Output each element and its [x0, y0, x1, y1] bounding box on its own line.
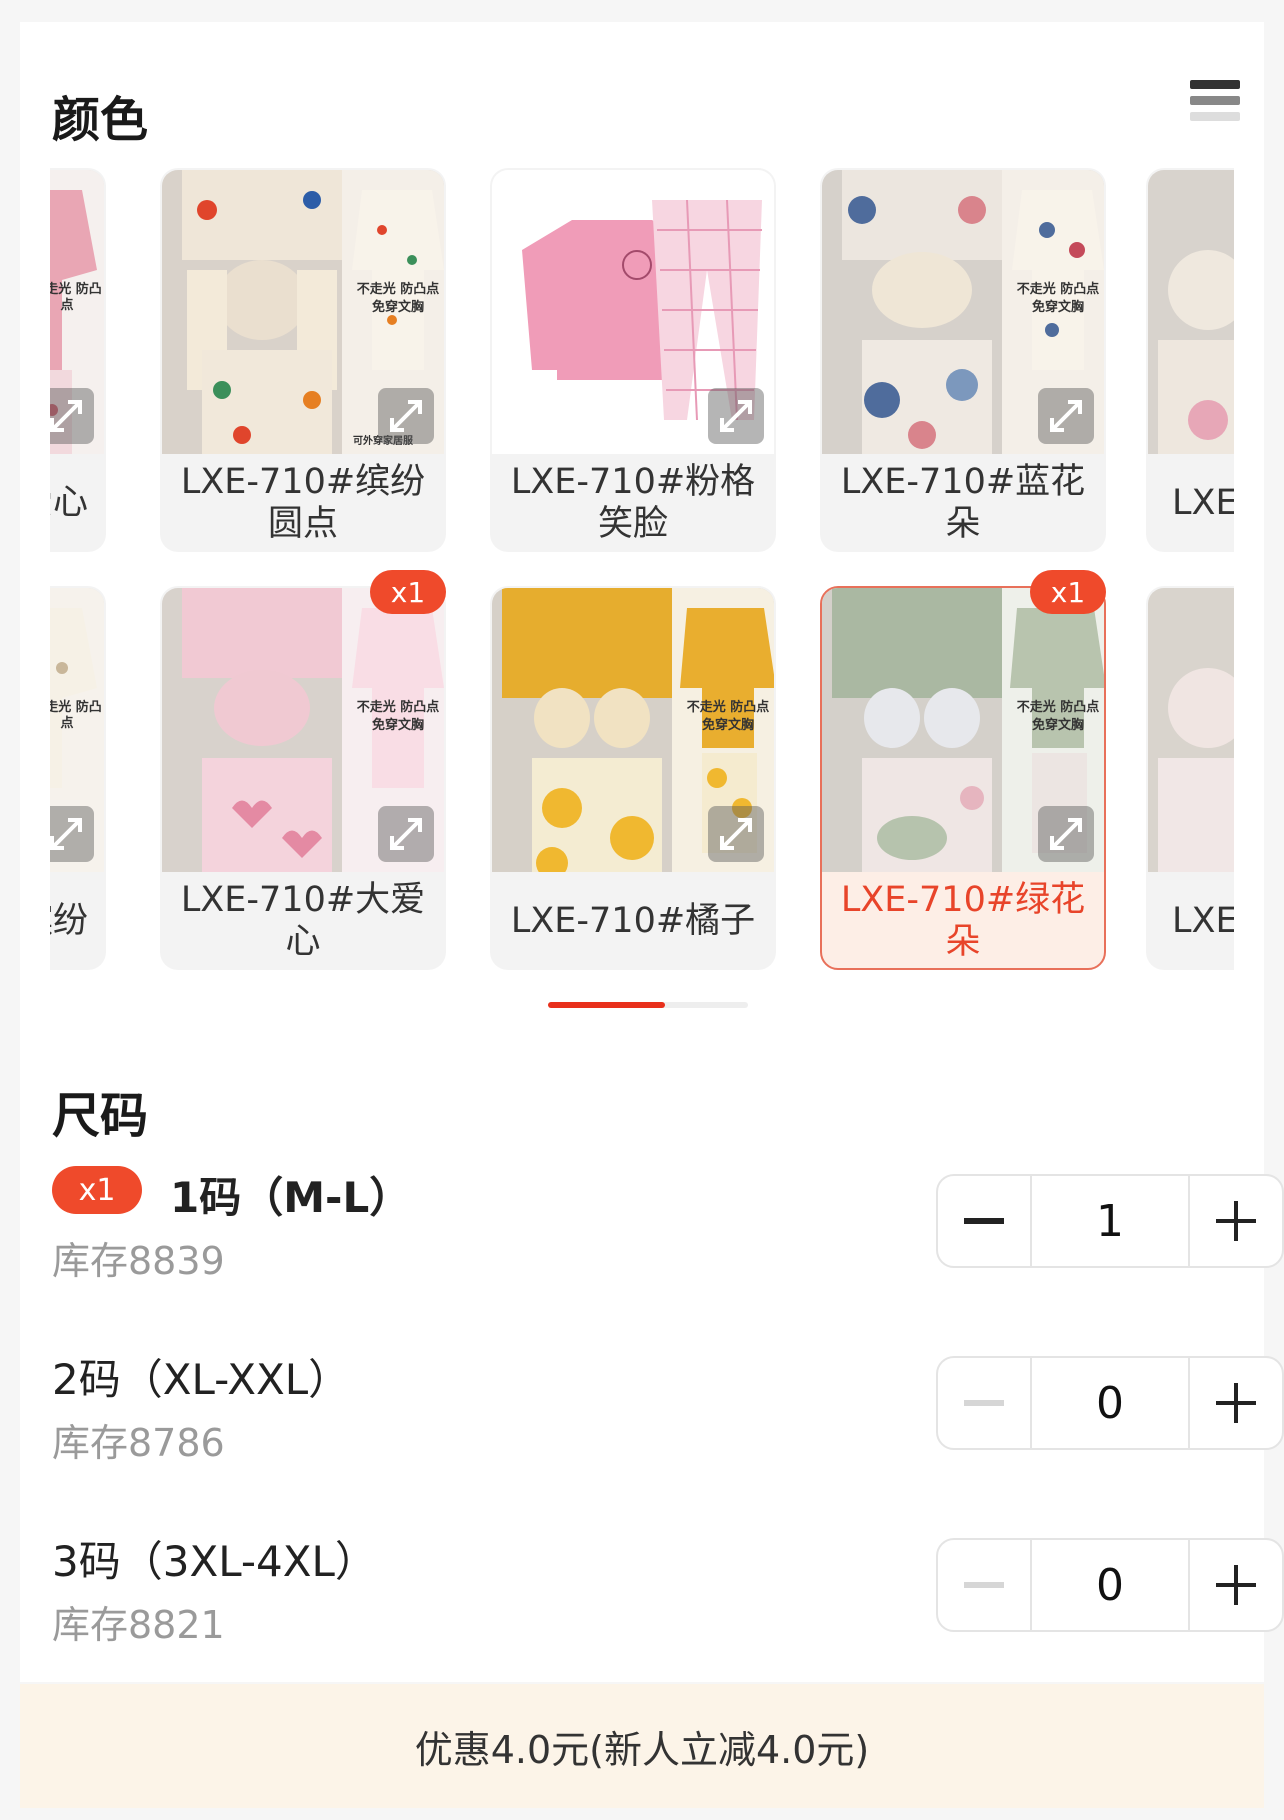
increase-button[interactable] [1190, 1540, 1282, 1630]
expand-icon[interactable] [378, 806, 434, 862]
selected-count-badge: x1 [370, 570, 446, 614]
color-label: LXE-710#绿花朵 [840, 880, 1086, 962]
color-card-bingfen-dots[interactable]: 不走光 防凸点 免穿文胸 可外穿家居服 LXE-710#缤纷圆点 [160, 168, 446, 552]
expand-icon[interactable] [50, 388, 94, 444]
product-image [492, 170, 774, 454]
expand-icon[interactable] [378, 388, 434, 444]
image-tag: 免穿文胸 [1031, 718, 1084, 733]
color-label: LXE-710#缤纷圆点 [180, 462, 426, 544]
color-label: 爱心 [50, 483, 88, 523]
quantity-value[interactable]: 1 [1030, 1176, 1190, 1266]
size-stock: 库存8839 [52, 1239, 225, 1283]
color-card-partial-right[interactable]: LXE [1146, 168, 1234, 552]
product-image: 不走光 防凸点 免穿文胸 [822, 588, 1104, 872]
color-label: LXE-710#蓝花朵 [840, 462, 1086, 544]
image-tag: 不走光 防凸点 [50, 282, 102, 313]
product-image: 不走光 防凸点 免穿文胸 [822, 170, 1104, 454]
increase-button[interactable] [1190, 1358, 1282, 1448]
product-image [1148, 170, 1234, 454]
size-name: 2码（XL-XXL） [52, 1355, 351, 1404]
image-tag: 免穿文胸 [701, 718, 754, 733]
size-name: 3码（3XL-4XL） [52, 1537, 377, 1586]
quantity-stepper: 0 [936, 1356, 1284, 1450]
expand-icon[interactable] [1038, 806, 1094, 862]
color-section-title: 颜色 [52, 92, 149, 148]
list-view-icon[interactable] [1190, 80, 1240, 130]
promo-banner: 优惠4.0元(新人立减4.0元) [20, 1684, 1264, 1808]
expand-icon[interactable] [708, 388, 764, 444]
image-tag: 免穿文胸 [371, 718, 424, 733]
expand-icon[interactable] [1038, 388, 1094, 444]
size-row-1: x1 1码（M-L） 库存8839 1 [52, 1160, 1284, 1300]
color-label: LXE-710#橘子 [510, 901, 756, 941]
color-card-blue-flower[interactable]: 不走光 防凸点 免穿文胸 LXE-710#蓝花朵 [820, 168, 1106, 552]
color-label: LXE-710#粉格笑脸 [510, 462, 756, 544]
size-row-2: 2码（XL-XXL） 库存8786 0 [52, 1342, 1284, 1482]
color-label: LXE [1172, 483, 1234, 523]
size-stock: 库存8821 [52, 1603, 225, 1647]
color-card-partial-left[interactable]: 不走光 防凸点 爱心 [50, 168, 106, 552]
decrease-button[interactable] [938, 1540, 1030, 1630]
image-tag: 免穿文胸 [1031, 300, 1084, 315]
color-card-orange[interactable]: 不走光 防凸点 免穿文胸 LXE-710#橘子 [490, 586, 776, 970]
image-tag: 不走光 防凸点 [1016, 282, 1100, 297]
product-image: 不走光 防凸点 [50, 170, 104, 454]
quantity-value[interactable]: 0 [1030, 1358, 1190, 1448]
size-section-title: 尺码 [52, 1088, 149, 1144]
increase-button[interactable] [1190, 1176, 1282, 1266]
product-image: 不走光 防凸点 免穿文胸 [492, 588, 774, 872]
image-tag: 不走光 防凸点 [686, 700, 770, 715]
color-label: LXE [1172, 901, 1234, 941]
decrease-button[interactable] [938, 1358, 1030, 1448]
color-grid: 不走光 防凸点 爱心 不走光 防凸点 免穿文胸 可 [50, 168, 1234, 978]
size-name: 1码（M-L） [170, 1173, 412, 1222]
image-tag: 不走光 防凸点 [356, 700, 440, 715]
size-stock: 库存8786 [52, 1421, 225, 1465]
color-card-big-heart[interactable]: x1 不走光 防凸点 免穿文胸 LXE-710#大爱心 [160, 570, 446, 970]
image-tag: 不走光 防凸点 [50, 700, 102, 731]
product-image: 不走光 防凸点 免穿文胸 [162, 588, 444, 872]
expand-icon[interactable] [50, 806, 94, 862]
color-label: LXE-710#大爱心 [180, 880, 426, 962]
color-label: 缤纷 [50, 901, 88, 941]
selected-count-badge: x1 [1030, 570, 1106, 614]
image-tag: 不走光 防凸点 [356, 282, 440, 297]
product-image [1148, 588, 1234, 872]
color-card-partial-left[interactable]: 不走光 防凸点 缤纷 [50, 586, 106, 970]
expand-icon[interactable] [708, 806, 764, 862]
color-card-partial-right[interactable]: LXE [1146, 586, 1234, 970]
quantity-stepper: 1 [936, 1174, 1284, 1268]
quantity-value[interactable]: 0 [1030, 1540, 1190, 1630]
decrease-button[interactable] [938, 1176, 1030, 1266]
color-card-pink-plaid[interactable]: LXE-710#粉格笑脸 [490, 168, 776, 552]
scroll-indicator-thumb [548, 1002, 665, 1008]
color-card-green-flower[interactable]: x1 不走光 防凸点 免穿文胸 LXE-710#绿花朵 [820, 570, 1106, 970]
product-image: 不走光 防凸点 [50, 588, 104, 872]
size-row-3: 3码（3XL-4XL） 库存8821 0 [52, 1524, 1284, 1664]
product-image: 不走光 防凸点 免穿文胸 可外穿家居服 [162, 170, 444, 454]
size-count-badge: x1 [52, 1166, 142, 1214]
quantity-stepper: 0 [936, 1538, 1284, 1632]
image-tag: 免穿文胸 [371, 300, 424, 315]
image-tag: 不走光 防凸点 [1016, 700, 1100, 715]
